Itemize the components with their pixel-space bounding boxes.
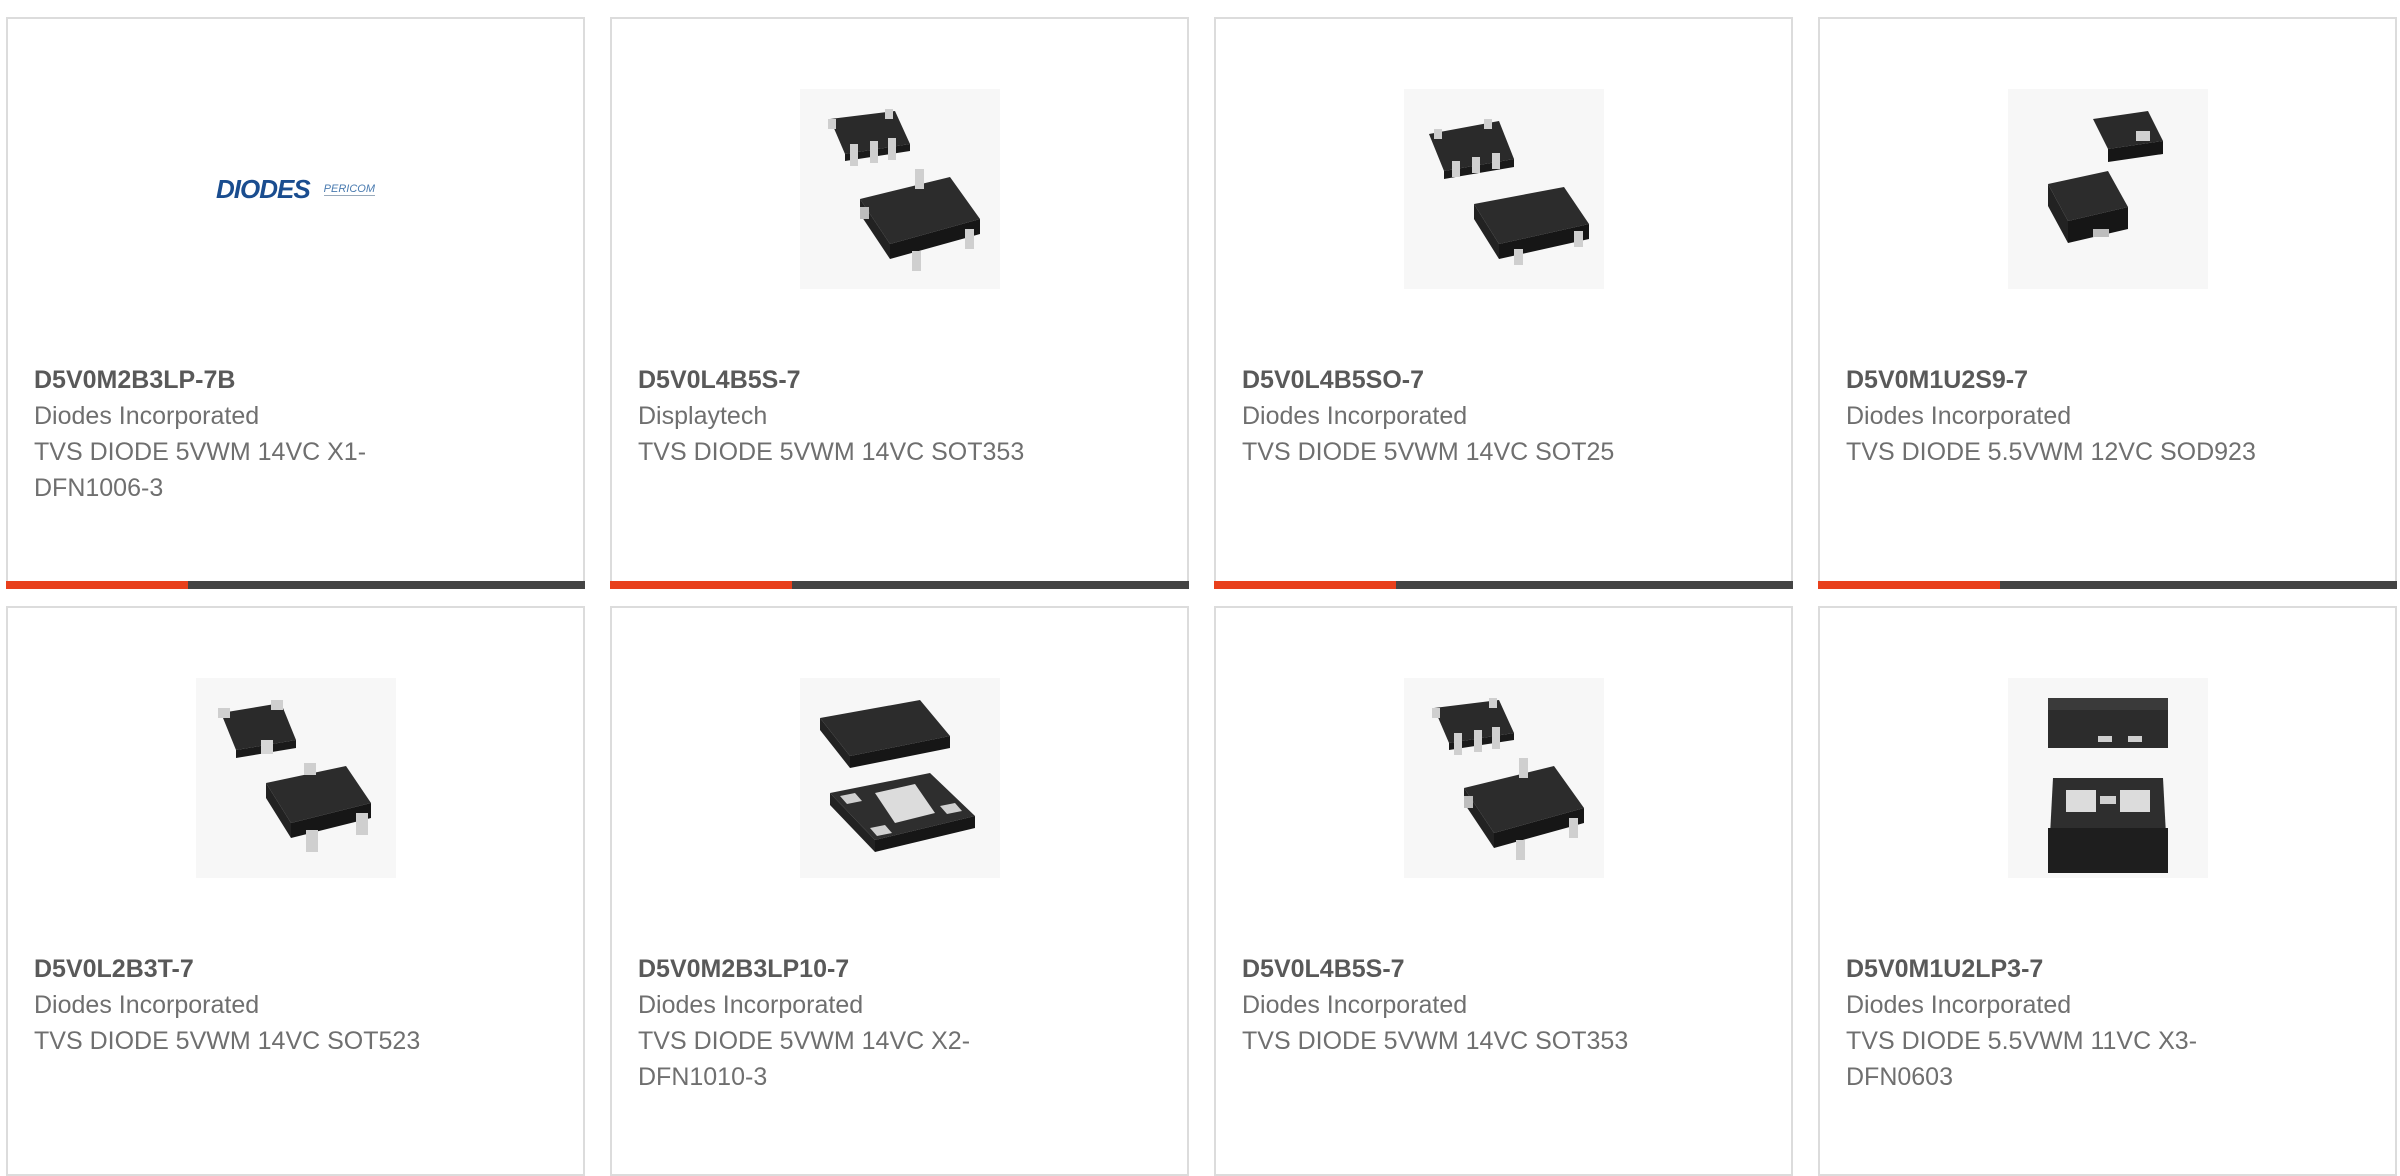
product-image[interactable] — [8, 608, 583, 948]
manufacturer: Diodes Incorporated — [1846, 991, 2072, 1019]
manufacturer: Diodes Incorporated — [34, 402, 260, 430]
product-card[interactable]: DIODES PERICOM D5V0M2B3LP-7B Diodes Inco… — [6, 17, 585, 589]
card-accent — [1818, 581, 2000, 589]
product-image[interactable] — [1216, 608, 1791, 948]
card-accent — [1214, 581, 1396, 589]
manufacturer: Diodes Incorporated — [1846, 402, 2072, 430]
description: TVS DIODE 5VWM 14VC X1-DFN1006-3 — [34, 438, 367, 502]
description: TVS DIODE 5.5VWM 12VC SOD923 — [1846, 438, 2256, 466]
dfn0603-package-icon — [2007, 678, 2208, 878]
logo-sub-text: PERICOM — [323, 182, 376, 196]
product-image[interactable]: DIODES PERICOM — [8, 19, 583, 359]
card-accent — [6, 581, 188, 589]
product-card[interactable]: D5V0L2B3T-7 Diodes Incorporated TVS DIOD… — [6, 606, 585, 1176]
sod923-package-icon — [2007, 89, 2208, 289]
product-card[interactable]: D5V0M1U2S9-7 Diodes Incorporated TVS DIO… — [1818, 17, 2397, 589]
product-image[interactable] — [1216, 19, 1791, 359]
product-info: D5V0M2B3LP-7B Diodes Incorporated TVS DI… — [34, 362, 454, 506]
description: TVS DIODE 5.5VWM 11VC X3-DFN0603 — [1846, 1027, 2198, 1091]
description: TVS DIODE 5VWM 14VC X2-DFN1010-3 — [638, 1027, 971, 1091]
part-number[interactable]: D5V0L4B5S-7 — [1242, 951, 1662, 987]
card-bar — [1818, 581, 2397, 589]
card-accent — [610, 581, 792, 589]
product-image[interactable] — [1820, 608, 2395, 948]
part-number[interactable]: D5V0M1U2S9-7 — [1846, 362, 2266, 398]
dfn1010-package-icon — [799, 678, 1000, 878]
product-info: D5V0L4B5S-7 Displaytech TVS DIODE 5VWM 1… — [638, 362, 1058, 470]
sot25-package-icon — [1403, 89, 1604, 289]
product-image[interactable] — [1820, 19, 2395, 359]
description: TVS DIODE 5VWM 14VC SOT25 — [1242, 438, 1615, 466]
manufacturer: Diodes Incorporated — [34, 991, 260, 1019]
description: TVS DIODE 5VWM 14VC SOT523 — [34, 1027, 421, 1055]
part-number[interactable]: D5V0M2B3LP-7B — [34, 362, 454, 398]
product-card[interactable]: D5V0L4B5S-7 Diodes Incorporated TVS DIOD… — [1214, 606, 1793, 1176]
sot523-package-icon — [195, 678, 396, 878]
product-info: D5V0L4B5SO-7 Diodes Incorporated TVS DIO… — [1242, 362, 1662, 470]
product-info: D5V0M1U2LP3-7 Diodes Incorporated TVS DI… — [1846, 951, 2266, 1095]
product-image[interactable] — [612, 19, 1187, 359]
sot353-package-icon — [1403, 678, 1604, 878]
description: TVS DIODE 5VWM 14VC SOT353 — [638, 438, 1025, 466]
card-bar — [6, 581, 585, 589]
product-grid: DIODES PERICOM D5V0M2B3LP-7B Diodes Inco… — [0, 0, 2400, 1176]
product-card[interactable]: D5V0M1U2LP3-7 Diodes Incorporated TVS DI… — [1818, 606, 2397, 1176]
part-number[interactable]: D5V0L4B5S-7 — [638, 362, 1058, 398]
card-bar — [610, 581, 1189, 589]
product-info: D5V0M1U2S9-7 Diodes Incorporated TVS DIO… — [1846, 362, 2266, 470]
sot353-package-icon — [799, 89, 1000, 289]
part-number[interactable]: D5V0M1U2LP3-7 — [1846, 951, 2266, 987]
logo-text: DIODES — [215, 173, 311, 204]
product-info: D5V0L4B5S-7 Diodes Incorporated TVS DIOD… — [1242, 951, 1662, 1059]
product-card[interactable]: D5V0M2B3LP10-7 Diodes Incorporated TVS D… — [610, 606, 1189, 1176]
part-number[interactable]: D5V0L4B5SO-7 — [1242, 362, 1662, 398]
product-card[interactable]: D5V0L4B5S-7 Displaytech TVS DIODE 5VWM 1… — [610, 17, 1189, 589]
product-image[interactable] — [612, 608, 1187, 948]
part-number[interactable]: D5V0M2B3LP10-7 — [638, 951, 1058, 987]
product-info: D5V0L2B3T-7 Diodes Incorporated TVS DIOD… — [34, 951, 454, 1059]
manufacturer: Displaytech — [638, 402, 768, 430]
part-number[interactable]: D5V0L2B3T-7 — [34, 951, 454, 987]
product-card[interactable]: D5V0L4B5SO-7 Diodes Incorporated TVS DIO… — [1214, 17, 1793, 589]
description: TVS DIODE 5VWM 14VC SOT353 — [1242, 1027, 1629, 1055]
manufacturer: Diodes Incorporated — [1242, 991, 1468, 1019]
manufacturer: Diodes Incorporated — [1242, 402, 1468, 430]
product-info: D5V0M2B3LP10-7 Diodes Incorporated TVS D… — [638, 951, 1058, 1095]
manufacturer: Diodes Incorporated — [638, 991, 864, 1019]
diodes-pericom-logo-icon: DIODES PERICOM — [215, 173, 376, 205]
card-bar — [1214, 581, 1793, 589]
